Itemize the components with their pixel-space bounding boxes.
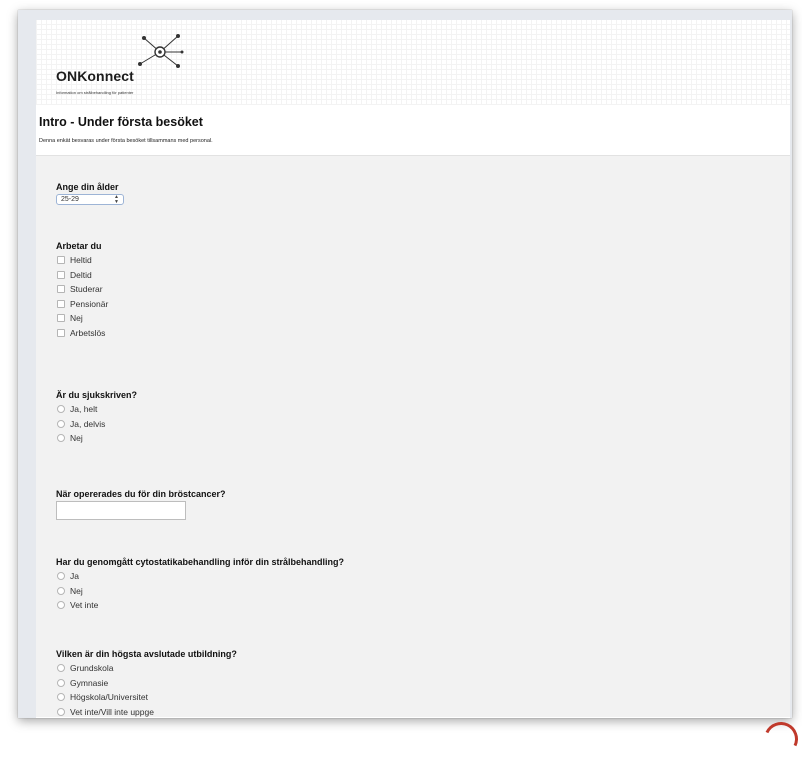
radio-option[interactable]: Ja, helt xyxy=(56,402,137,417)
radio-option[interactable]: Gymnasie xyxy=(56,676,237,691)
radio-button[interactable] xyxy=(57,664,65,673)
question-label: Är du sjukskriven? xyxy=(56,390,138,400)
molecule-network-icon xyxy=(138,34,184,68)
radio-button[interactable] xyxy=(57,434,65,443)
option-label: Ja xyxy=(70,571,79,582)
radio-button[interactable] xyxy=(57,693,65,702)
question-education: Vilken är din högsta avslutade utbildnin… xyxy=(56,649,237,718)
question-label: När opererades du för din bröstcancer? xyxy=(56,489,226,499)
checkbox-option[interactable]: Arbetslös xyxy=(56,326,108,341)
radio-button[interactable] xyxy=(57,419,65,428)
browser-window: ONKonnect Information om strålbehandling… xyxy=(18,10,792,718)
logo-text: ONKonnect xyxy=(56,68,134,84)
checkbox-option[interactable]: Heltid xyxy=(56,253,108,268)
checkbox[interactable] xyxy=(57,256,65,265)
option-label: Vet inte/Vill inte uppge xyxy=(70,706,154,717)
option-label: Studerar xyxy=(70,284,103,295)
corner-logo-icon xyxy=(759,717,802,761)
radio-option[interactable]: Nej xyxy=(56,584,344,599)
radio-option[interactable]: Vet inte xyxy=(56,598,344,613)
option-label: Nej xyxy=(70,585,83,596)
option-label: Nej xyxy=(70,313,83,324)
form-title-area: Intro - Under första besöket Denna enkät… xyxy=(36,105,790,156)
radio-option[interactable]: Grundskola xyxy=(56,661,237,676)
question-label: Vilken är din högsta avslutade utbildnin… xyxy=(56,649,237,659)
backdrop: ONKonnect Information om strålbehandling… xyxy=(0,0,802,761)
option-label: Gymnasie xyxy=(70,677,109,688)
checkbox-option[interactable]: Deltid xyxy=(56,268,108,283)
option-label: Ja, helt xyxy=(70,404,98,415)
question-label: Har du genomgått cytostatikabehandling i… xyxy=(56,557,345,567)
option-label: Högskola/Universitet xyxy=(70,692,148,703)
logo-tagline: Information om strålbehandling för patie… xyxy=(56,90,134,95)
checkbox[interactable] xyxy=(57,270,65,279)
radio-button[interactable] xyxy=(57,678,65,687)
radio-option[interactable]: Ja, delvis xyxy=(56,417,137,432)
form-body xyxy=(36,156,790,717)
radio-option[interactable]: Vet inte/Vill inte uppge xyxy=(56,705,237,719)
radio-option[interactable]: Högskola/Universitet xyxy=(56,690,237,705)
radio-option[interactable]: Nej xyxy=(56,431,137,446)
updown-arrow-icon: ▲ ▼ xyxy=(114,193,119,205)
checkbox[interactable] xyxy=(57,285,65,294)
radio-button[interactable] xyxy=(57,405,65,414)
option-label: Ja, delvis xyxy=(70,418,106,429)
checkbox-option[interactable]: Nej xyxy=(56,311,108,326)
checkbox[interactable] xyxy=(57,314,65,323)
question-label: Arbetar du xyxy=(56,241,102,251)
checkbox[interactable] xyxy=(57,328,65,337)
form-description: Denna enkät besvaras under första besöke… xyxy=(39,138,213,144)
question-work: Arbetar du Heltid Deltid Studerar Pensio… xyxy=(56,241,108,340)
logo: ONKonnect Information om strålbehandling… xyxy=(56,30,236,100)
question-label: Ange din ålder xyxy=(56,182,119,192)
option-label: Grundskola xyxy=(70,663,114,674)
question-age: Ange din ålder 25-29 ▲ ▼ xyxy=(56,182,124,205)
site-header: ONKonnect Information om strålbehandling… xyxy=(36,20,790,105)
checkbox[interactable] xyxy=(57,299,65,308)
form-page: ONKonnect Information om strålbehandling… xyxy=(36,20,790,718)
option-label: Heltid xyxy=(70,255,92,266)
radio-option[interactable]: Ja xyxy=(56,569,344,584)
option-label: Deltid xyxy=(70,269,92,280)
question-sick-leave: Är du sjukskriven? Ja, helt Ja, delvis N… xyxy=(56,390,137,446)
radio-button[interactable] xyxy=(57,586,65,595)
form-title: Intro - Under första besöket xyxy=(39,115,203,129)
radio-button[interactable] xyxy=(57,601,65,610)
checkbox-option[interactable]: Studerar xyxy=(56,282,108,297)
question-surgery-date: När opererades du för din bröstcancer? xyxy=(56,489,226,520)
age-select[interactable]: 25-29 ▲ ▼ xyxy=(56,194,124,205)
question-chemotherapy: Har du genomgått cytostatikabehandling i… xyxy=(56,557,344,613)
age-select-value: 25-29 xyxy=(61,196,79,203)
option-label: Vet inte xyxy=(70,600,99,611)
option-label: Nej xyxy=(70,433,83,444)
radio-button[interactable] xyxy=(57,572,65,581)
option-label: Arbetslös xyxy=(70,327,106,338)
option-label: Pensionär xyxy=(70,298,109,309)
surgery-date-input[interactable] xyxy=(56,501,186,520)
checkbox-option[interactable]: Pensionär xyxy=(56,297,108,312)
radio-button[interactable] xyxy=(57,707,65,716)
